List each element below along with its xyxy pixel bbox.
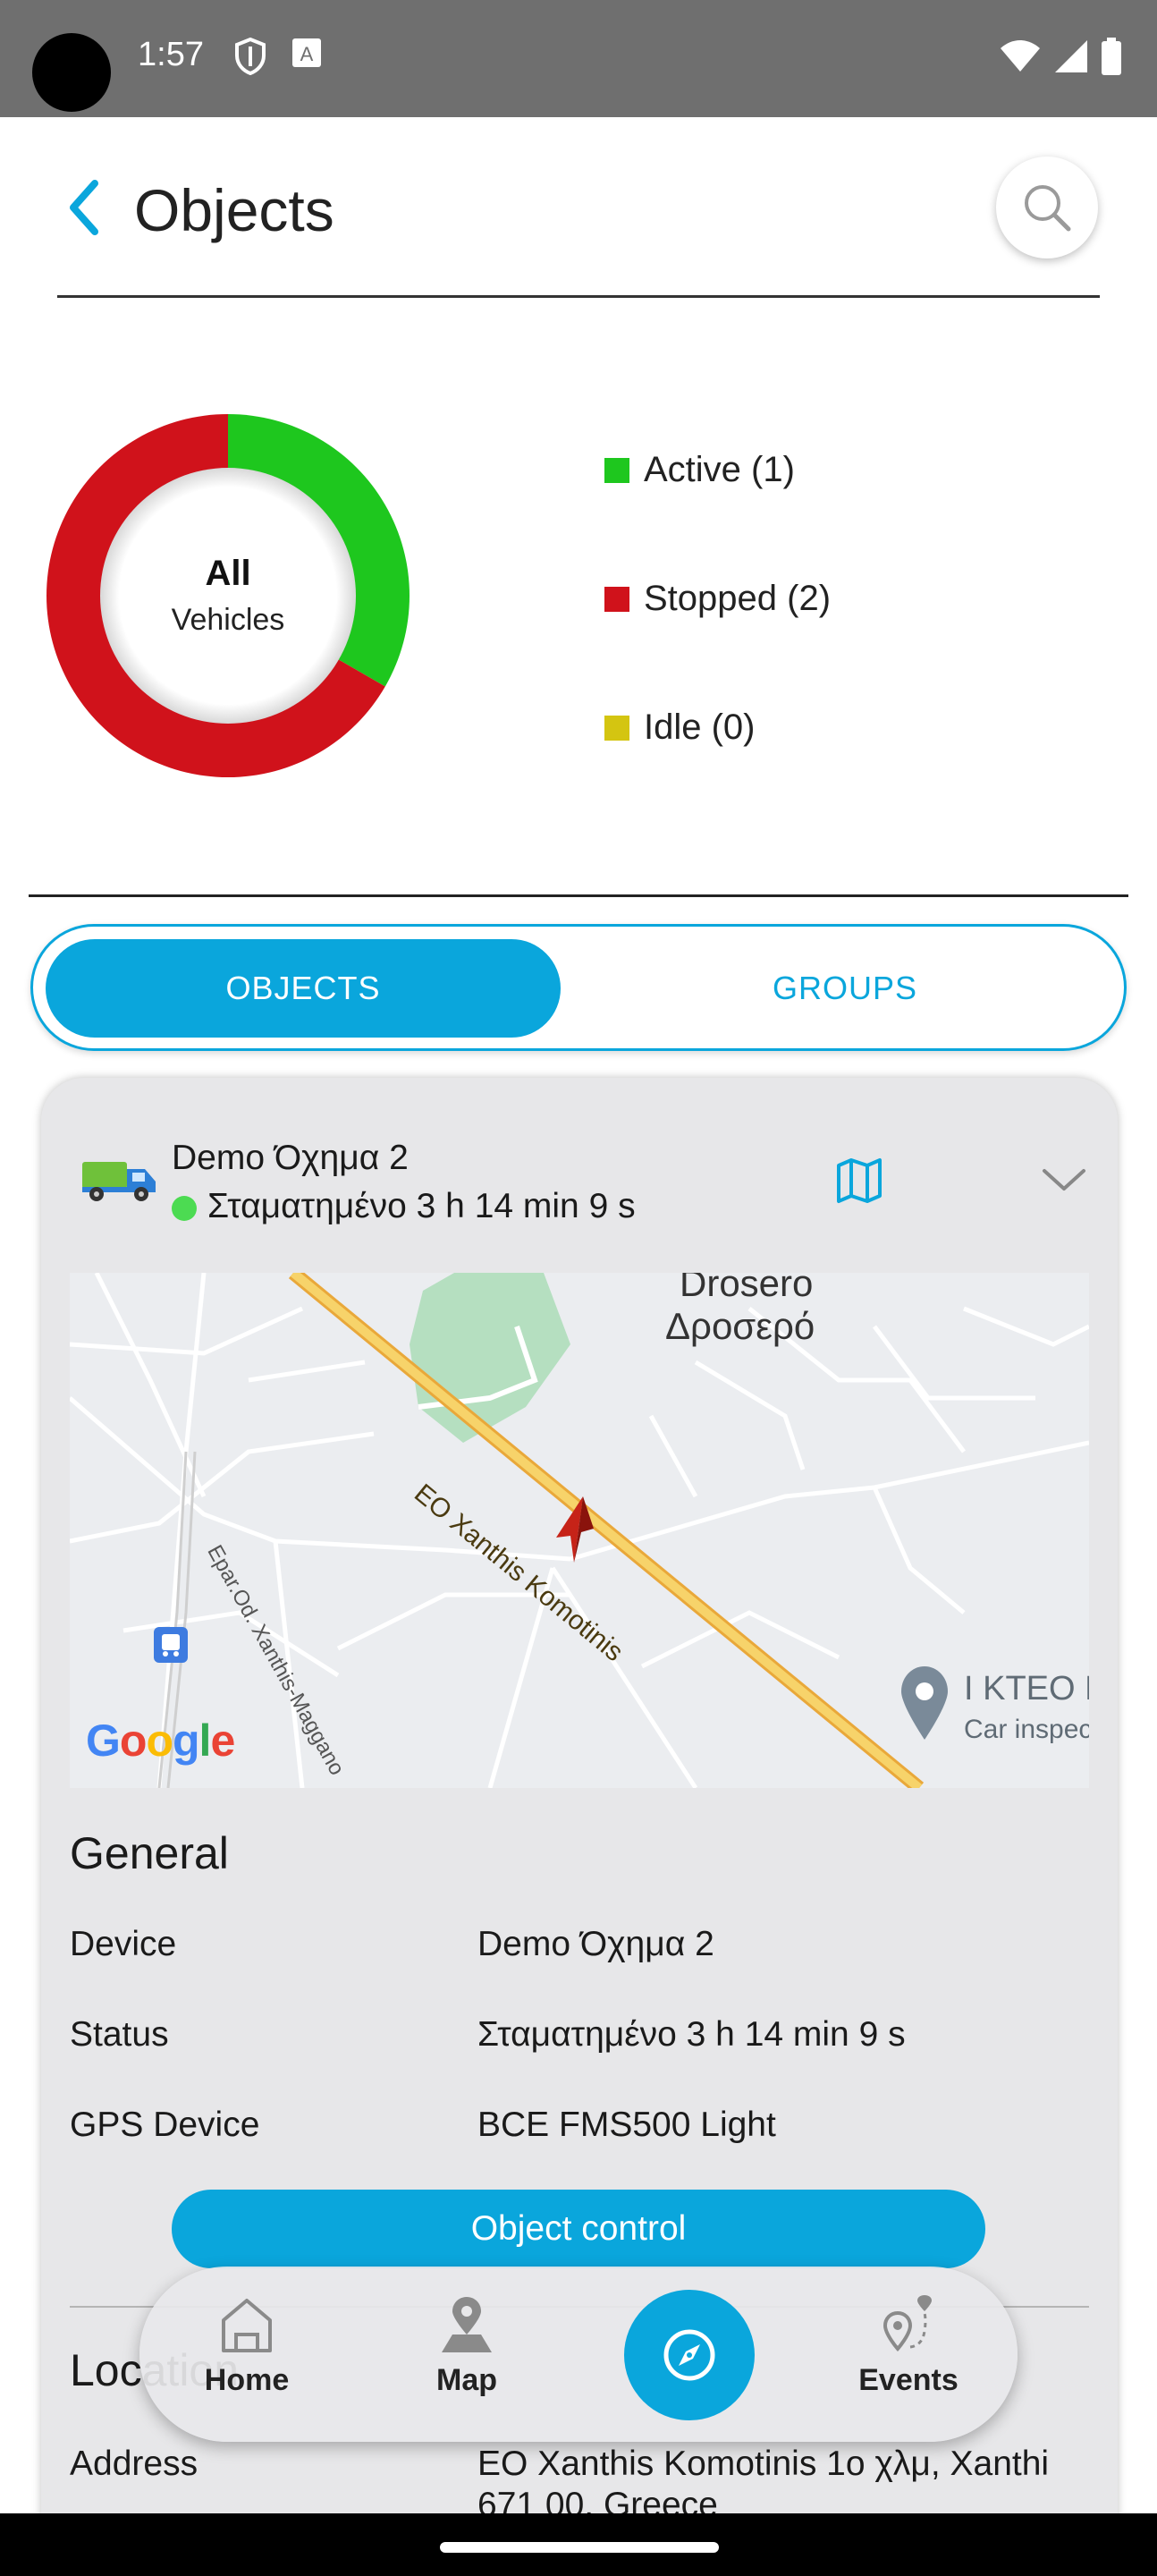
legend-swatch-idle: [604, 715, 629, 741]
status-label: Status: [70, 2015, 169, 2054]
home-gesture-handle[interactable]: [440, 2542, 719, 2553]
app-bar: Objects: [0, 117, 1157, 298]
nav-events[interactable]: Events: [828, 2295, 989, 2420]
bus-stop-icon: [154, 1627, 188, 1663]
tab-groups[interactable]: GROUPS: [587, 939, 1102, 1038]
home-icon: [222, 2299, 272, 2352]
google-logo: Google: [86, 1716, 235, 1766]
gps-device-label: GPS Device: [70, 2106, 260, 2144]
nav-map[interactable]: Map: [386, 2295, 547, 2420]
search-icon: [1025, 185, 1071, 232]
address-label: Address: [70, 2445, 198, 2483]
vehicle-summary: All Vehicles Active (1) Stopped (2) Idle…: [0, 298, 1157, 897]
battery-icon: [1102, 38, 1121, 75]
nav-events-label: Events: [858, 2363, 959, 2397]
map-icon[interactable]: [835, 1157, 883, 1205]
legend-item-active[interactable]: Active (1): [604, 450, 795, 490]
system-navigation-bar: [0, 2513, 1157, 2576]
gps-device-value: BCE FMS500 Light: [477, 2106, 776, 2144]
object-control-button[interactable]: Object control: [172, 2190, 985, 2268]
camera-cutout: [32, 33, 111, 112]
legend-swatch-stopped: [604, 586, 629, 612]
page-title: Objects: [134, 177, 334, 243]
legend-label-active: Active (1): [644, 450, 795, 489]
map-label-village-greek: Δροσερό: [665, 1305, 815, 1347]
legend-item-idle[interactable]: Idle (0): [604, 708, 756, 748]
chevron-down-icon[interactable]: [1041, 1164, 1087, 1196]
search-button[interactable]: [996, 157, 1098, 258]
nav-home[interactable]: Home: [166, 2295, 327, 2420]
legend-label-idle: Idle (0): [644, 708, 756, 747]
back-button[interactable]: [57, 176, 111, 239]
status-indicator-dot: [172, 1196, 197, 1221]
status-time: 1:57: [138, 36, 204, 73]
vehicle-position-arrow-icon: [556, 1496, 594, 1563]
truck-icon: [82, 1162, 156, 1201]
map-label-poi-sub: Car inspec: [964, 1715, 1089, 1744]
tab-objects[interactable]: OBJECTS: [46, 939, 561, 1038]
signal-icon: [1055, 40, 1087, 72]
location-map[interactable]: Drosero Δροσερό EO Xanthis Komotinis Epa…: [70, 1273, 1089, 1788]
status-bar: 1:57 A: [0, 0, 1157, 117]
shield-icon: [235, 38, 266, 75]
object-status: Σταματημένο 3 h 14 min 9 s: [207, 1187, 636, 1225]
device-label: Device: [70, 1925, 177, 1963]
donut-center-subtitle: Vehicles: [171, 603, 285, 637]
address-value: EO Xanthis Komotinis 1o χλμ, Xanthi: [477, 2445, 1050, 2483]
summary-divider: [29, 894, 1128, 897]
donut-center-title: All: [205, 554, 251, 593]
general-section-title: General: [70, 1828, 229, 1878]
status-value: Σταματημένο 3 h 14 min 9 s: [477, 2015, 906, 2054]
svg-text:A: A: [300, 43, 314, 65]
legend-swatch-active: [604, 457, 629, 483]
compass-icon: [663, 2329, 715, 2381]
wifi-icon: [1001, 40, 1040, 72]
nav-map-label: Map: [436, 2363, 497, 2397]
poi-marker-icon: [901, 1666, 948, 1740]
map-label-poi-name: I KTEO K: [964, 1670, 1089, 1707]
map-label-village-latin: Drosero: [680, 1273, 814, 1304]
keyboard-a-icon: A: [292, 38, 321, 67]
donut-center-label: All Vehicles: [46, 414, 410, 777]
legend-item-stopped[interactable]: Stopped (2): [604, 579, 831, 619]
object-name: Demo Όχημα 2: [172, 1139, 409, 1177]
device-value: Demo Όχημα 2: [477, 1925, 714, 1963]
bottom-navigation: Home Map Events: [139, 2267, 1018, 2442]
chevron-left-icon: [70, 180, 98, 235]
nav-home-label: Home: [204, 2363, 290, 2397]
map-pin-icon: [442, 2297, 492, 2352]
route-pin-icon: [883, 2295, 932, 2352]
status-right-icons: [1000, 38, 1121, 75]
nav-compass-button[interactable]: [624, 2290, 755, 2420]
legend-label-stopped: Stopped (2): [644, 579, 832, 618]
view-toggle: OBJECTS GROUPS: [30, 924, 1127, 1051]
